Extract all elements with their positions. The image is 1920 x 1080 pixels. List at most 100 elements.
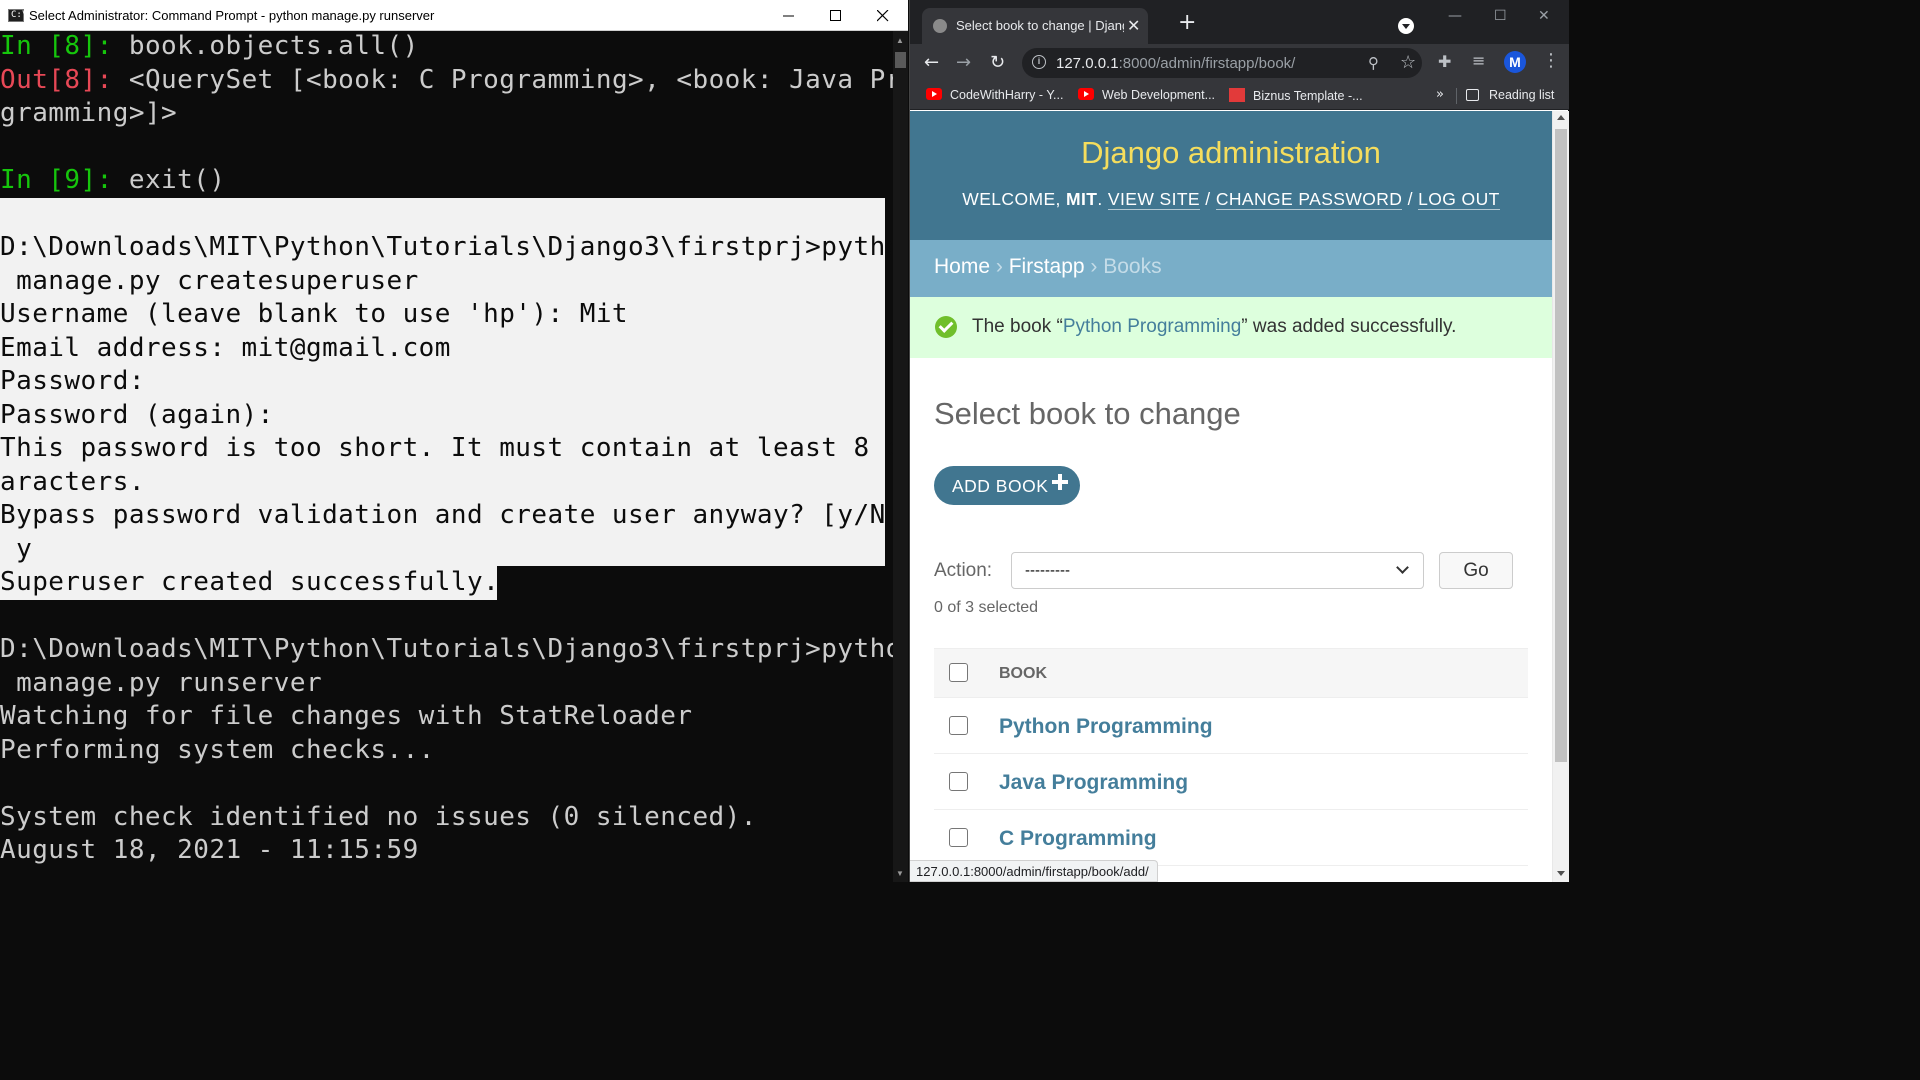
username: MIT: [1066, 189, 1098, 209]
bookmark-label: Web Development...: [1102, 88, 1216, 102]
maximize-icon[interactable]: ☐: [1494, 8, 1507, 24]
bookmark-label: Biznus Template -...: [1253, 89, 1363, 103]
select-all-checkbox[interactable]: [949, 663, 968, 682]
admin-header: Django administration WELCOME, MIT. VIEW…: [910, 111, 1552, 240]
terminal-line: Performing system checks...: [0, 734, 435, 765]
minimize-icon[interactable]: —: [1448, 8, 1462, 24]
terminal-title-bar[interactable]: C:\ Select Administrator: Command Prompt…: [0, 0, 908, 31]
maximize-icon: [830, 10, 841, 21]
zoom-icon[interactable]: ⚲: [1368, 54, 1379, 72]
scroll-up-icon[interactable]: [1557, 115, 1565, 120]
terminal-line: manage.py runserver: [0, 667, 323, 698]
column-header-book[interactable]: BOOK: [999, 665, 1047, 683]
table-row: Java Programming: [934, 754, 1528, 810]
terminal-line: aracters.: [0, 466, 145, 497]
row-checkbox[interactable]: [949, 828, 968, 847]
breadcrumb: Home › Firstapp › Books: [910, 240, 1552, 297]
message-book-link[interactable]: Python Programming: [1063, 316, 1241, 337]
action-label: Action:: [934, 560, 993, 581]
log-out-link[interactable]: LOG OUT: [1418, 189, 1500, 210]
separator: /: [1200, 189, 1216, 209]
tab-search-icon[interactable]: [1398, 18, 1414, 34]
breadcrumb-separator: ›: [990, 255, 1009, 278]
minimize-icon: [783, 15, 794, 17]
close-icon: [877, 10, 889, 22]
kebab-menu-icon[interactable]: ⋮: [1542, 50, 1560, 71]
chevron-down-icon: [1396, 561, 1409, 574]
command-prompt-icon: C:\: [8, 9, 27, 22]
tab-active[interactable]: Select book to change | Django site admi…: [922, 8, 1148, 44]
go-button[interactable]: Go: [1439, 552, 1513, 589]
bookmark-label: CodeWithHarry - Y...: [950, 88, 1064, 102]
media-queue-icon[interactable]: ≡: [1472, 51, 1485, 70]
reading-list-label: Reading list: [1489, 88, 1555, 102]
minimize-button[interactable]: [766, 0, 812, 31]
table-header: BOOK: [934, 648, 1528, 698]
site-name[interactable]: Django administration: [910, 135, 1552, 171]
forward-arrow-icon[interactable]: →: [956, 52, 971, 73]
bookmark-codewithharry[interactable]: CodeWithHarry - Y...: [926, 88, 1063, 102]
admin-page: Django administration WELCOME, MIT. VIEW…: [910, 111, 1552, 882]
action-select[interactable]: ---------: [1011, 552, 1424, 589]
close-icon[interactable]: ✕: [1538, 8, 1550, 24]
profile-avatar[interactable]: M: [1504, 51, 1526, 73]
reading-list-icon: [1466, 89, 1479, 101]
terminal-line: Email address: mit@gmail.com: [0, 332, 451, 363]
scroll-down-icon[interactable]: ▼: [896, 869, 904, 878]
terminal-output[interactable]: In [8]: book.objects.all() Out[8]: <Quer…: [0, 31, 893, 882]
row-checkbox[interactable]: [949, 772, 968, 791]
tab-strip: Select book to change | Django site admi…: [910, 0, 1569, 44]
maximize-button[interactable]: [813, 0, 859, 31]
page-title: Select book to change: [934, 396, 1241, 431]
welcome-text: WELCOME,: [962, 189, 1067, 209]
scroll-down-icon[interactable]: [1557, 871, 1565, 876]
extensions-puzzle-icon[interactable]: ✚: [1438, 52, 1451, 71]
message-text: The book “Python Programming” was added …: [972, 316, 1457, 337]
url-path: :8000/admin/firstapp/book/: [1118, 55, 1296, 72]
url-text[interactable]: 127.0.0.1:8000/admin/firstapp/book/: [1056, 55, 1295, 72]
new-tab-icon[interactable]: +: [1178, 10, 1196, 35]
link-preview-status: 127.0.0.1:8000/admin/firstapp/book/add/: [910, 860, 1158, 882]
breadcrumb-firstapp[interactable]: Firstapp: [1009, 255, 1085, 278]
book-link[interactable]: C Programming: [999, 827, 1157, 851]
close-button[interactable]: [860, 0, 906, 31]
row-checkbox[interactable]: [949, 716, 968, 735]
browser-window: Select book to change | Django site admi…: [909, 0, 1569, 882]
breadcrumb-books: Books: [1103, 255, 1162, 278]
reload-icon[interactable]: ↻: [990, 52, 1005, 73]
book-link[interactable]: Python Programming: [999, 715, 1213, 739]
checkmark-icon: [935, 316, 957, 338]
scrollbar-thumb[interactable]: [1555, 129, 1567, 762]
table-row: Python Programming: [934, 698, 1528, 754]
bookmarks-overflow-icon[interactable]: »: [1436, 87, 1444, 102]
terminal-scrollbar[interactable]: ▲ ▼: [893, 31, 908, 882]
add-book-label: ADD BOOK: [952, 476, 1049, 496]
terminal-line: Password (again):: [0, 399, 274, 430]
bookmark-biznus-template[interactable]: Biznus Template -...: [1229, 88, 1363, 103]
terminal-line: In [8]: book.objects.all(): [0, 31, 419, 61]
bookmark-web-development[interactable]: Web Development...: [1078, 88, 1215, 102]
breadcrumb-home[interactable]: Home: [934, 255, 990, 278]
change-password-link[interactable]: CHANGE PASSWORD: [1215, 189, 1403, 210]
book-link[interactable]: Java Programming: [999, 771, 1188, 795]
youtube-icon: [926, 88, 942, 100]
reading-list-button[interactable]: Reading list: [1466, 88, 1554, 102]
terminal-line: manage.py createsuperuser: [0, 265, 419, 296]
back-arrow-icon[interactable]: ←: [924, 52, 939, 73]
scrollbar-thumb[interactable]: [895, 52, 906, 68]
terminal-line: Superuser created successfully.: [0, 567, 516, 597]
success-message: The book “Python Programming” was added …: [910, 297, 1552, 358]
view-site-link[interactable]: VIEW SITE: [1107, 189, 1201, 210]
plus-icon: [1051, 473, 1069, 491]
tab-close-icon[interactable]: ✕: [1127, 16, 1140, 35]
add-book-button[interactable]: ADD BOOK: [934, 466, 1080, 505]
page-scrollbar[interactable]: [1552, 111, 1569, 882]
terminal-line: D:\Downloads\MIT\Python\Tutorials\Django…: [0, 232, 893, 262]
scroll-up-icon[interactable]: ▲: [896, 36, 904, 45]
youtube-icon: [1078, 88, 1094, 100]
bookmark-star-icon[interactable]: ☆: [1400, 52, 1416, 73]
breadcrumb-separator: ›: [1084, 255, 1104, 278]
terminal-line: This password is too short. It must cont…: [0, 433, 893, 463]
address-bar[interactable]: i 127.0.0.1:8000/admin/firstapp/book/ ⚲ …: [1022, 48, 1422, 78]
info-icon[interactable]: i: [1032, 55, 1046, 69]
